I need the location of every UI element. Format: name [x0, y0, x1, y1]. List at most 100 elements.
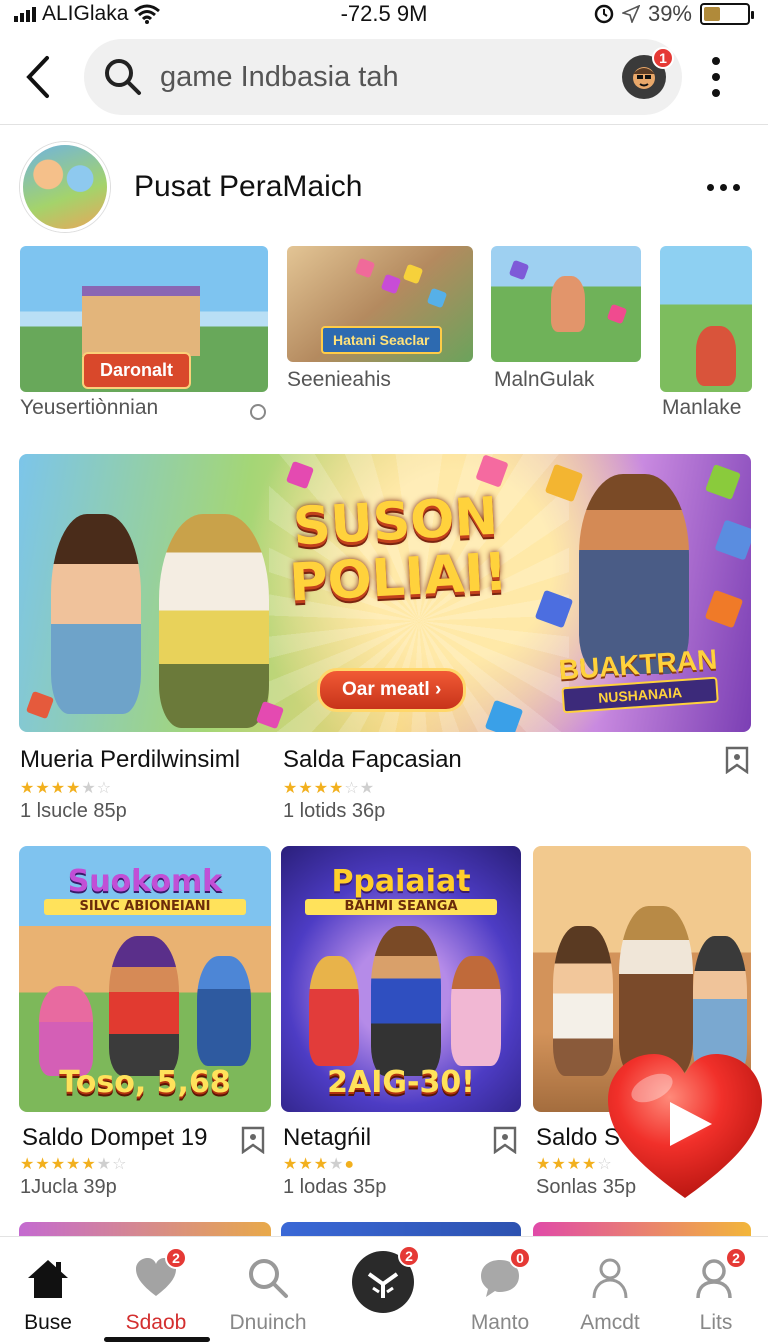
nav-label: Sdaob — [125, 1311, 187, 1334]
search-input[interactable] — [160, 60, 622, 94]
card-top-tag: BAHMI SEANGA — [305, 899, 497, 915]
wifi-icon — [134, 4, 161, 24]
featured-banner[interactable]: SUSON POLIAI! Oar meatl › BUAKTRAN NUSHA… — [19, 454, 751, 732]
back-button[interactable] — [16, 47, 60, 107]
card-meta: 1Jucla 39p — [20, 1176, 117, 1198]
game-card[interactable]: Suokomk SILVC ABIONEIANI Toso, 5,68 — [19, 846, 271, 1112]
rating-stars: ★★★★● — [283, 1154, 355, 1174]
status-bar: ALIGlaka -72.5 9M 39% — [0, 0, 768, 28]
nav-badge: 2 — [398, 1245, 420, 1267]
banner-title: SUSON POLIAI! — [287, 486, 509, 614]
coin-icon: ● — [344, 1156, 356, 1173]
profile-avatar-button[interactable]: 1 — [622, 47, 674, 99]
thumbnail-label: Hatani Seaclar — [321, 326, 442, 354]
channel-name[interactable]: Pusat PeraMaich — [134, 170, 707, 204]
half-star-icon: ★ — [81, 1156, 97, 1173]
location-icon — [621, 5, 640, 23]
card-title[interactable]: Netagńil — [283, 1124, 371, 1152]
thumbnail-card[interactable] — [660, 246, 752, 392]
girl-character — [51, 514, 141, 714]
thumbnail-caption: Yeusertiònnian — [20, 396, 159, 419]
nav-favorites[interactable]: 2 Sdaob — [106, 1247, 206, 1341]
thumbnail-card[interactable]: Hatani Seaclar — [287, 246, 473, 362]
thumbnail-card[interactable]: Daronalt — [20, 246, 268, 392]
carrier-label: ALIGlaka — [42, 2, 129, 25]
thumbnail-caption: Manlake — [662, 396, 742, 419]
half-star-icon: ★ — [329, 780, 345, 797]
rating-stars: ★★★★★★☆ — [20, 1154, 127, 1174]
star-empty-icon: ★ — [329, 1156, 345, 1173]
battery-icon — [700, 3, 754, 25]
half-star-icon: ★ — [66, 780, 82, 797]
nav-account[interactable]: Amcdt — [560, 1251, 660, 1341]
bookmark-icon[interactable] — [240, 1126, 266, 1155]
nav-home[interactable]: Buse — [0, 1251, 98, 1341]
dog-character — [159, 514, 269, 728]
bookmark-icon[interactable] — [492, 1126, 518, 1155]
search-icon — [105, 59, 141, 95]
channel-more-icon[interactable] — [707, 183, 740, 191]
castle-illustration — [82, 286, 200, 356]
status-right: 39% — [594, 1, 754, 27]
rating-stars: ★★★★☆★ — [283, 778, 375, 798]
card-title[interactable]: Saldo Dompet 19 — [22, 1124, 207, 1152]
chevron-right-icon: › — [434, 679, 442, 700]
search-bar[interactable]: 1 — [84, 39, 682, 115]
star-icon: ★★★ — [283, 1156, 330, 1173]
card-bottom-text: Toso, 5,68 — [59, 1065, 231, 1100]
nav-messages[interactable]: 0 Manto — [450, 1247, 550, 1341]
alarm-icon — [594, 4, 614, 24]
video-meta: 1 lsucle 85p — [20, 800, 127, 822]
star-empty-icon: ☆★ — [344, 780, 376, 797]
card-character — [451, 956, 501, 1066]
card-character — [309, 956, 359, 1066]
signal-icon — [14, 6, 36, 22]
nav-center-button[interactable]: 2 — [352, 1245, 420, 1313]
nav-label: Buse — [24, 1311, 72, 1334]
thumbnail-label: Daronalt — [82, 352, 192, 389]
person-icon — [592, 1258, 628, 1299]
nav-lists[interactable]: 2 Lits — [666, 1247, 766, 1341]
card-character — [109, 936, 179, 1076]
more-options-button[interactable] — [696, 47, 736, 107]
channel-avatar[interactable] — [20, 142, 110, 232]
nav-label: Manto — [470, 1311, 530, 1334]
card-title-art: Ppaiaiat BAHMI SEANGA — [281, 864, 521, 915]
card-top-text: Ppaiaiat — [331, 864, 471, 899]
adventurer-character — [579, 474, 689, 674]
nav-label: Dnuinch — [229, 1311, 307, 1334]
star-icon: ★★★★ — [536, 1156, 598, 1173]
video-title[interactable]: Mueria Perdilwinsiml — [20, 746, 240, 774]
star-icon: ★★★★ — [20, 1156, 82, 1173]
nav-label: Lits — [699, 1311, 733, 1334]
card-title-art: Suokomk SILVC ABIONEIANI — [19, 864, 271, 915]
heart-play-button[interactable] — [602, 1048, 768, 1204]
card-character — [371, 926, 441, 1076]
nav-label: Amcdt — [580, 1311, 640, 1334]
video-meta: 1 lotids 36p — [283, 800, 386, 822]
battery-percent: 39% — [647, 1, 692, 26]
nav-badge: 0 — [509, 1247, 531, 1269]
card-top-text: Suokomk — [67, 864, 223, 899]
video-title[interactable]: Salda Fapcasian — [283, 746, 462, 774]
thumbnail-card[interactable] — [491, 246, 641, 362]
game-logo-icon — [367, 1272, 399, 1298]
rating-stars: ★★★★★☆ — [20, 778, 112, 798]
banner-subtitle: BUAKTRAN NUSHANAIA — [537, 643, 741, 715]
nav-badge: 2 — [725, 1247, 747, 1269]
search-icon — [249, 1259, 288, 1298]
header-divider — [0, 124, 768, 125]
card-character — [197, 956, 251, 1066]
star-empty-icon: ★☆ — [81, 780, 113, 797]
bookmark-icon[interactable] — [724, 746, 750, 775]
info-icon[interactable] — [250, 404, 266, 420]
game-card[interactable]: Ppaiaiat BAHMI SEANGA 2AIG-30! — [281, 846, 521, 1112]
banner-cta-label: Oar meatl — [342, 679, 430, 700]
home-icon — [28, 1260, 68, 1298]
home-indicator — [104, 1337, 210, 1342]
banner-cta-button[interactable]: Oar meatl › — [317, 668, 467, 712]
star-icon: ★★★ — [283, 780, 330, 797]
battery-level — [704, 7, 721, 21]
channel-header: Pusat PeraMaich — [20, 142, 748, 232]
nav-search[interactable]: Dnuinch — [218, 1251, 318, 1341]
